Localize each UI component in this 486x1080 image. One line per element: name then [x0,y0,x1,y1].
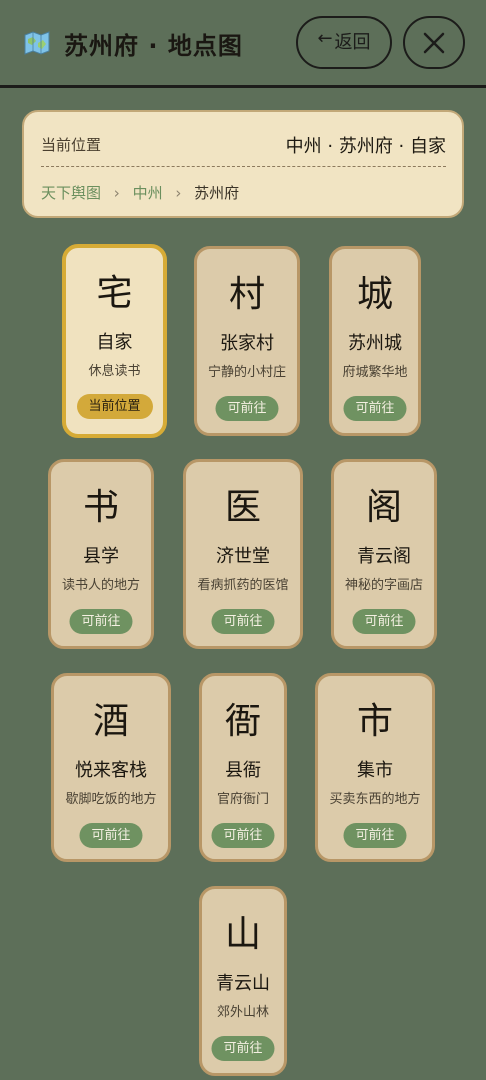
current-location-card: 当前位置 中州 · 苏州府 · 自家 天下舆图 › 中州 › 苏州府 [22,110,464,218]
breadcrumb-separator: › [175,184,182,202]
place-card-zhangjia-village[interactable]: 村 张家村 宁静的小村庄 可前往 [194,246,300,436]
breadcrumb: 天下舆图 › 中州 › 苏州府 [41,182,239,203]
place-name: 张家村 [220,333,274,354]
place-glyph: 阁 [365,487,402,528]
place-name: 自家 [96,332,133,353]
map-icon [24,31,50,55]
place-card-home[interactable]: 宅 自家 休息读书 当前位置 [62,244,167,438]
go-badge[interactable]: 可前往 [211,1036,275,1061]
current-location-badge: 当前位置 [76,394,153,419]
place-description: 读书人的地方 [61,578,140,593]
breadcrumb-zhongzhou[interactable]: 中州 [133,184,163,202]
divider [41,166,446,167]
go-badge[interactable]: 可前往 [343,396,407,421]
current-location-value: 中州 · 苏州府 · 自家 [285,136,446,157]
place-card-suzhou-city[interactable]: 城 苏州城 府城繁华地 可前往 [329,246,421,436]
place-name: 县学 [83,546,119,567]
place-glyph: 村 [228,274,265,315]
go-badge[interactable]: 可前往 [69,609,133,634]
place-description: 神秘的字画店 [344,578,423,593]
breadcrumb-suzhou: 苏州府 [194,184,240,202]
place-card-county-office[interactable]: 衙 县衙 官府衙门 可前往 [199,673,287,862]
place-description: 买卖东西的地方 [329,792,421,807]
place-description: 官府衙门 [216,792,269,807]
place-name: 集市 [357,760,393,781]
go-badge[interactable]: 可前往 [343,823,407,848]
breadcrumb-world-map[interactable]: 天下舆图 [41,184,101,202]
left-arrow-icon: ← [317,28,333,49]
place-glyph: 酒 [92,701,129,742]
place-description: 宁静的小村庄 [207,365,286,380]
place-glyph: 医 [224,487,261,528]
place-name: 青云阁 [357,546,411,567]
place-glyph: 山 [224,914,261,955]
place-name: 县衙 [225,760,261,781]
place-name: 苏州城 [348,333,402,354]
go-badge[interactable]: 可前往 [79,823,143,848]
place-card-qingyun-pavilion[interactable]: 阁 青云阁 神秘的字画店 可前往 [331,459,437,649]
place-glyph: 衙 [224,701,261,742]
back-button-label: 返回 [334,32,371,53]
go-badge[interactable]: 可前往 [211,609,275,634]
place-glyph: 宅 [96,273,133,314]
breadcrumb-separator: › [113,184,120,202]
place-glyph: 城 [356,274,393,315]
place-card-qingyun-mountain[interactable]: 山 青云山 郊外山林 可前往 [199,886,287,1076]
place-card-jishi-clinic[interactable]: 医 济世堂 看病抓药的医馆 可前往 [183,459,303,649]
header-bar: 苏州府 · 地点图 ← 返回 [0,0,486,88]
place-glyph: 书 [82,487,119,528]
place-name: 悦来客栈 [75,760,147,781]
place-description: 歇脚吃饭的地方 [65,792,157,807]
place-card-county-school[interactable]: 书 县学 读书人的地方 可前往 [48,459,154,649]
close-icon [423,32,445,53]
back-button[interactable]: ← 返回 [296,16,392,69]
place-name: 青云山 [216,973,270,994]
go-badge[interactable]: 可前往 [211,823,275,848]
place-description: 郊外山林 [216,1005,269,1020]
place-card-yuelai-inn[interactable]: 酒 悦来客栈 歇脚吃饭的地方 可前往 [51,673,171,862]
go-badge[interactable]: 可前往 [215,396,279,421]
close-button[interactable] [403,16,465,69]
place-card-market[interactable]: 市 集市 买卖东西的地方 可前往 [315,673,435,862]
place-description: 看病抓药的医馆 [197,578,289,593]
place-name: 济世堂 [216,546,270,567]
page-title: 苏州府 · 地点图 [64,32,243,60]
place-glyph: 市 [356,701,393,742]
place-description: 府城繁华地 [342,365,408,380]
place-description: 休息读书 [88,364,141,379]
current-location-label: 当前位置 [41,136,102,154]
go-badge[interactable]: 可前往 [352,609,416,634]
